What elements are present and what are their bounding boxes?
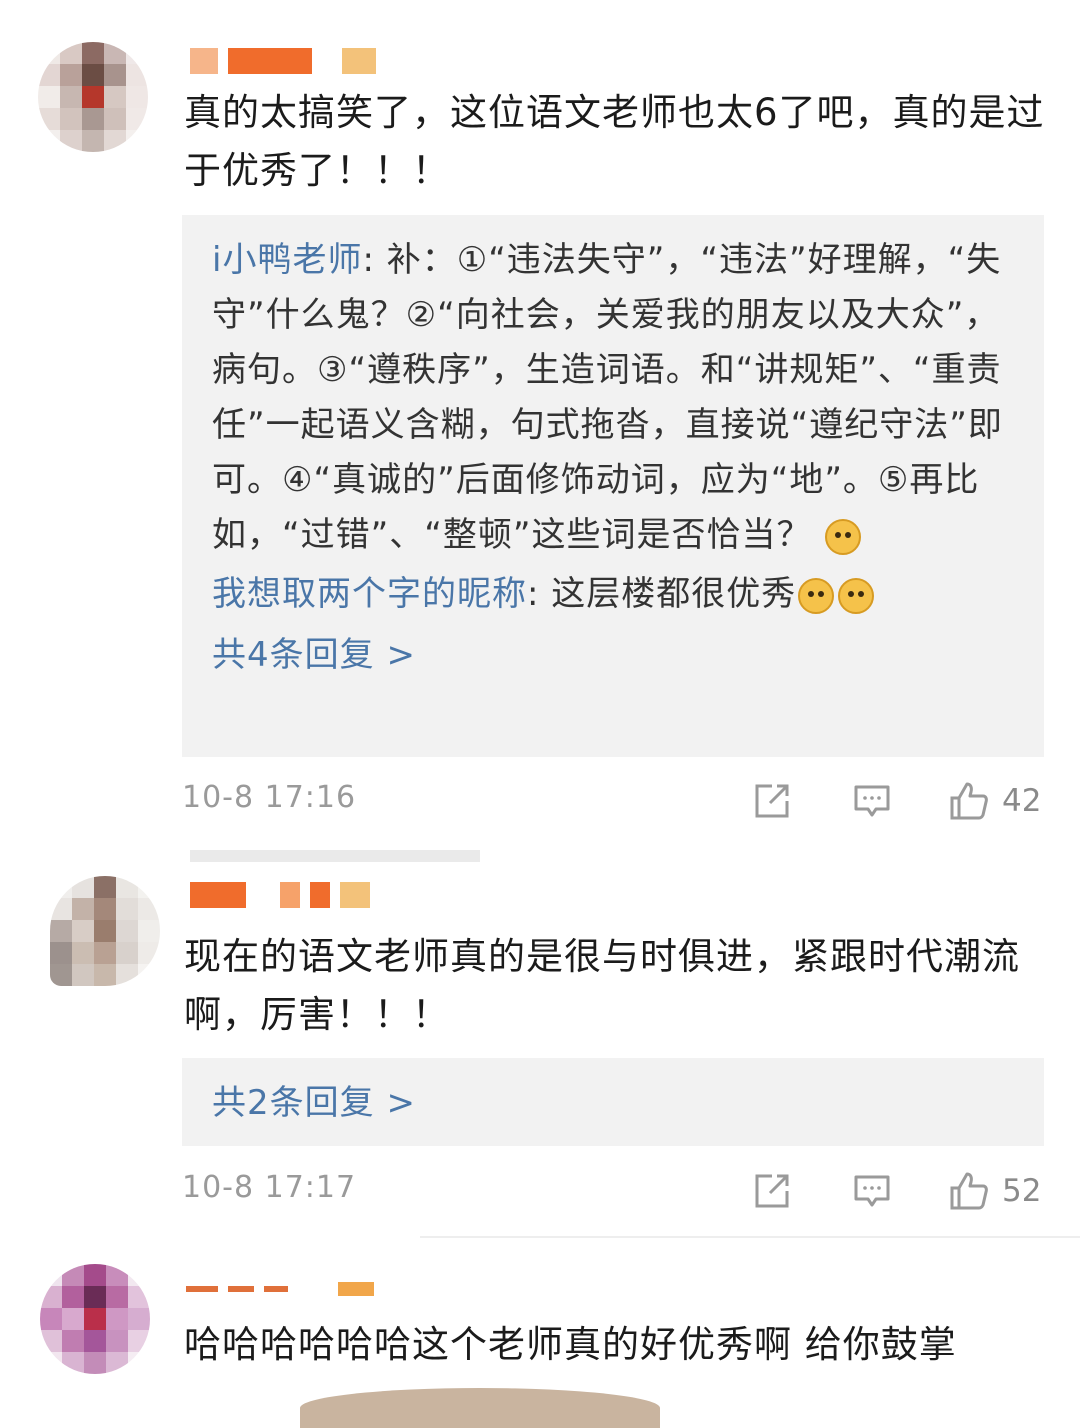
timestamp: 10-8 17:16 — [182, 780, 357, 815]
reply-box[interactable]: i小鸭老师: 补：①“违法失守”，“违法”好理解，“失守”什么鬼？②“向社会，关… — [182, 215, 1044, 757]
comment-text: 真的太搞笑了，这位语文老师也太6了吧，真的是过于优秀了！！！ — [184, 91, 1045, 192]
doge-emoji-icon — [838, 577, 875, 614]
reply-text: : 补：①“违法失守”，“违法”好理解，“失守”什么鬼？②“向社会，关爱我的朋友… — [212, 240, 1003, 555]
avatar[interactable] — [38, 42, 148, 152]
timestamp: 10-8 17:17 — [182, 1170, 357, 1205]
reply-item: 我想取两个字的昵称: 这层楼都很优秀 — [212, 567, 1014, 622]
avatar[interactable] — [50, 876, 160, 986]
like-button[interactable]: 52 — [948, 1166, 1041, 1216]
divider — [420, 1236, 1080, 1238]
comment-text: 现在的语文老师真的是很与时俱进，紧跟时代潮流啊，厉害！！！ — [184, 935, 1020, 1036]
comment-1: 真的太搞笑了，这位语文老师也太6了吧，真的是过于优秀了！！！ i小鸭老师: 补：… — [0, 0, 1080, 845]
next-avatar-partial — [300, 1388, 660, 1428]
like-count: 42 — [1002, 783, 1042, 819]
comment-icon — [854, 1175, 890, 1207]
share-icon — [755, 784, 789, 818]
reply-author[interactable]: 我想取两个字的昵称 — [212, 574, 527, 614]
username-blurred[interactable] — [186, 1280, 374, 1298]
comment-2: 现在的语文老师真的是很与时俱进，紧跟时代潮流啊，厉害！！！ 共2条回复 > 10… — [0, 860, 1080, 1240]
comment-3: 哈哈哈哈哈哈这个老师真的好优秀啊 给你鼓掌 — [0, 1240, 1080, 1428]
share-button[interactable] — [752, 776, 792, 826]
reply-author[interactable]: i小鸭老师 — [212, 240, 362, 280]
comment-meta: 10-8 17:17 52 — [182, 1166, 1044, 1216]
share-icon — [755, 1174, 789, 1208]
comment-icon — [854, 785, 890, 817]
more-replies-link[interactable]: 共2条回复 > — [212, 1076, 1014, 1131]
comment-button[interactable] — [852, 1166, 892, 1216]
like-button[interactable]: 42 — [948, 776, 1041, 826]
comment-meta: 10-8 17:16 42 — [182, 776, 1044, 826]
like-icon — [950, 1172, 988, 1210]
username-blurred[interactable] — [190, 48, 376, 74]
doge-emoji-icon — [825, 518, 862, 555]
share-button[interactable] — [752, 1166, 792, 1216]
avatar[interactable] — [40, 1264, 150, 1374]
reply-text: : 这层楼都很优秀 — [527, 574, 797, 614]
more-replies-link[interactable]: 共4条回复 > — [212, 628, 1014, 683]
doge-emoji-icon — [798, 577, 835, 614]
like-count: 52 — [1002, 1173, 1042, 1209]
username-blurred[interactable] — [190, 882, 370, 908]
reply-item: i小鸭老师: 补：①“违法失守”，“违法”好理解，“失守”什么鬼？②“向社会，关… — [212, 233, 1014, 563]
reply-box[interactable]: 共2条回复 > — [182, 1058, 1044, 1146]
like-icon — [950, 782, 988, 820]
comment-button[interactable] — [852, 776, 892, 826]
comment-text: 哈哈哈哈哈哈这个老师真的好优秀啊 给你鼓掌 — [184, 1323, 957, 1366]
